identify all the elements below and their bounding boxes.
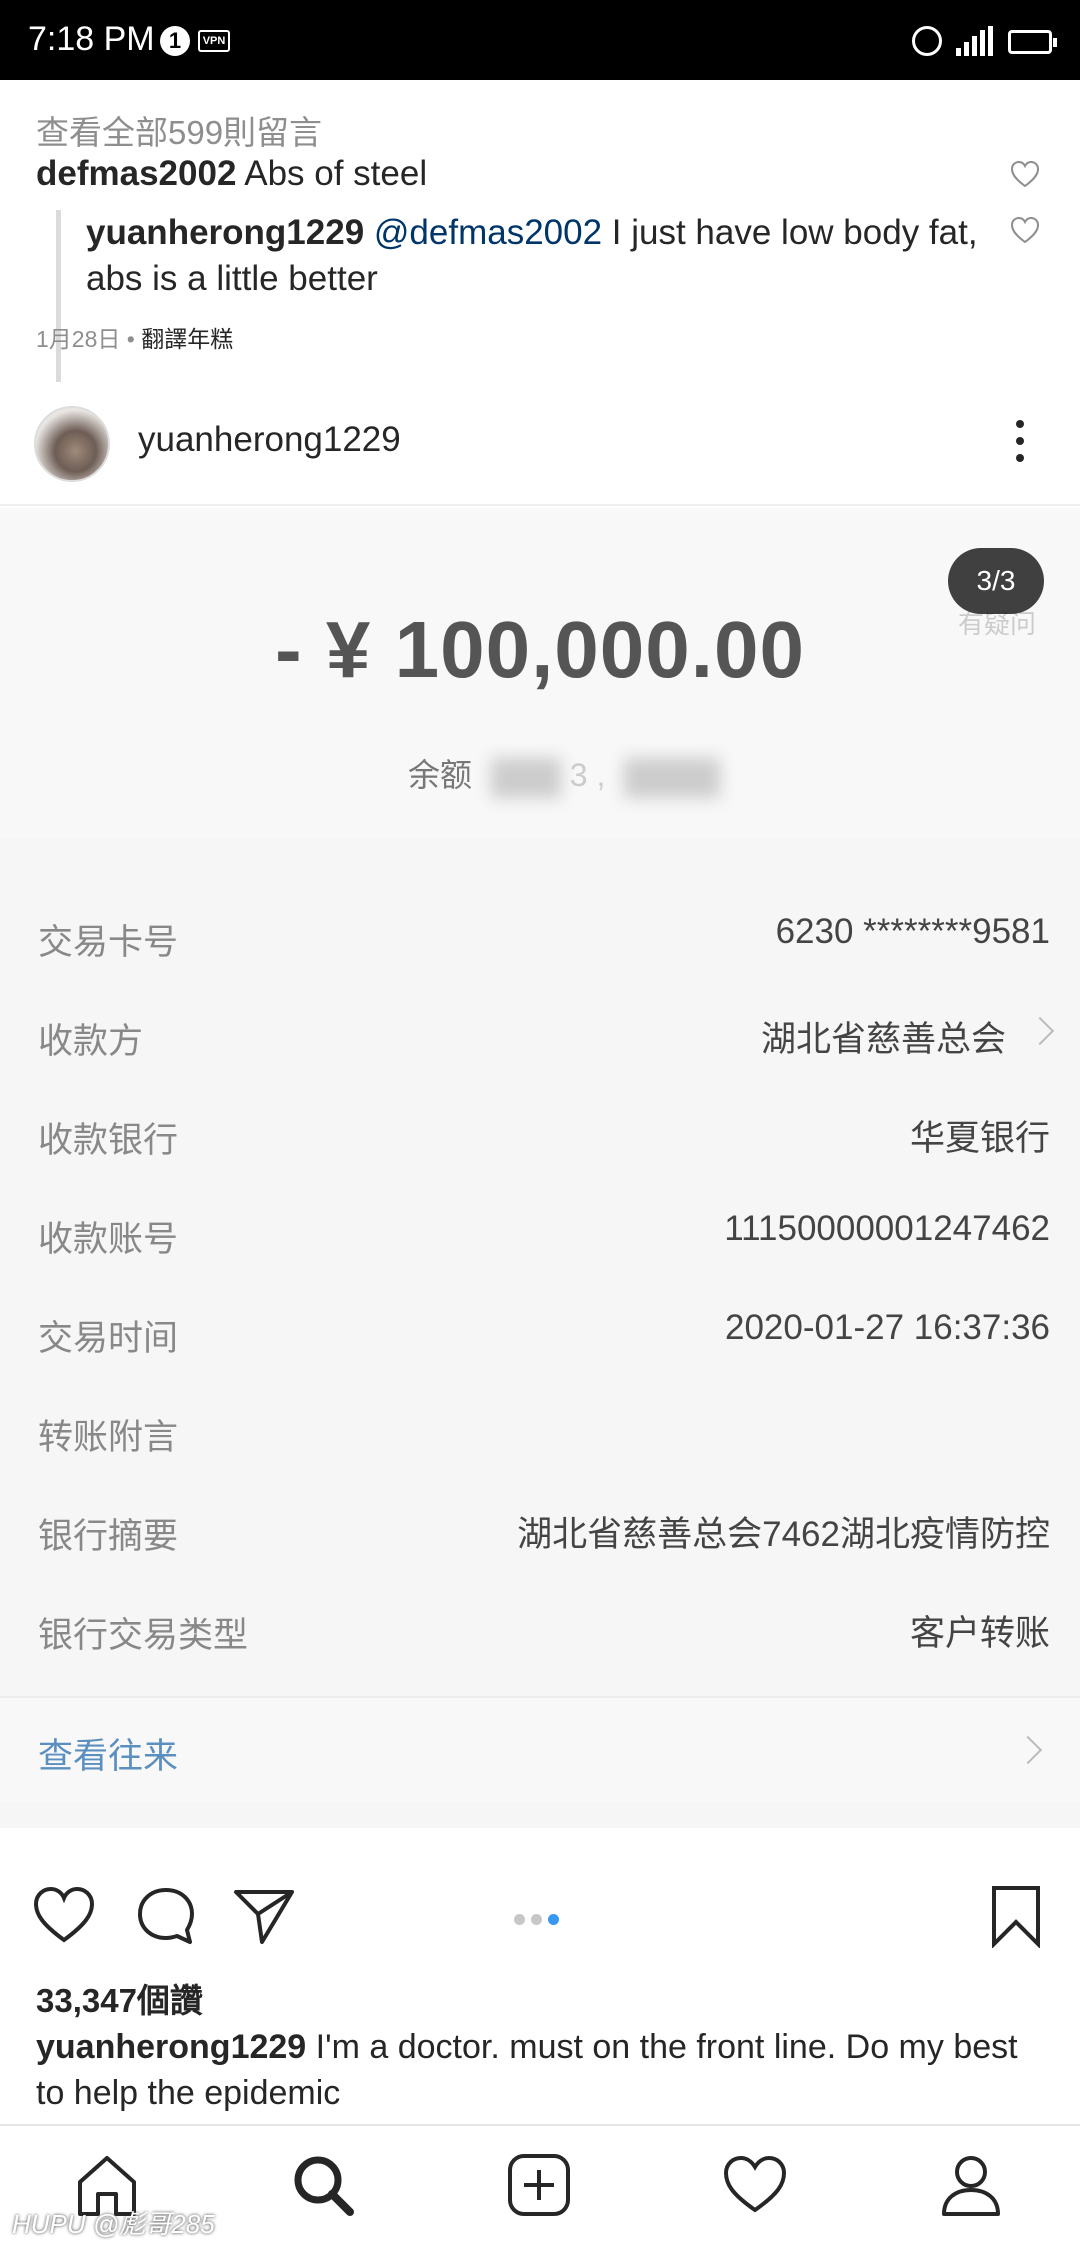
row-value: 湖北省慈善总会 [760, 1020, 1006, 1059]
reply-username[interactable]: yuanherong1229 [86, 213, 364, 252]
row-value: 11150000001247462 [724, 1209, 1050, 1248]
row-value: 华夏银行 [909, 1119, 1050, 1158]
balance-label: 余额 [408, 757, 473, 793]
activity-heart-icon[interactable] [720, 2150, 790, 2220]
row-label: 收款银行 [38, 1121, 179, 1160]
like-heart-icon[interactable] [32, 1884, 96, 1948]
status-time: 7:18 PM [28, 20, 155, 58]
post-caption: yuanherong1229 I'm a doctor. must on the… [36, 2024, 1036, 2116]
balance-fragment: 3 , [569, 757, 606, 793]
chevron-right-icon [1013, 1735, 1043, 1765]
row-label: 收款方 [38, 1022, 144, 1061]
transfer-amount: - ¥ 100,000.00 [275, 605, 805, 694]
comment-meta: 1月28日 • 翻譯年糕 [36, 320, 233, 354]
detail-row: 收款方 湖北省慈善总会 [0, 987, 1080, 1086]
view-all-comments-link[interactable]: 查看全部599則留言 [36, 106, 322, 154]
comment-date: 1月28日 [36, 326, 121, 352]
reply-mention[interactable]: @defmas2002 [374, 213, 602, 252]
view-history-row: 查看往来 [0, 1696, 1080, 1802]
post-image[interactable]: - ¥ 100,000.00 余额 3 , 有疑问 3/3 交易卡号 6230 … [0, 508, 1080, 1828]
comment-bubble-icon[interactable] [134, 1884, 198, 1948]
vpn-icon: VPN [198, 30, 230, 52]
comment: defmas2002 Abs of steel [36, 154, 996, 194]
bookmark-icon[interactable] [984, 1884, 1048, 1948]
translate-link[interactable]: 翻譯年糕 [141, 326, 233, 352]
notification-badge: 1 [160, 26, 190, 56]
view-history-label: 查看往来 [38, 1737, 179, 1776]
row-label: 银行摘要 [38, 1517, 179, 1556]
reply-like-heart-icon[interactable] [1010, 216, 1040, 244]
receipt-details: 交易卡号 6230 ********9581 收款方 湖北省慈善总会 收款银行 … [0, 888, 1080, 1680]
watermark: HUPU @彪哥285 [12, 2209, 215, 2239]
row-label: 转账附言 [38, 1418, 179, 1457]
truncated-comment [30, 80, 1030, 94]
reply-comment: yuanherong1229 @defmas2002 I just have l… [86, 210, 986, 302]
profile-icon[interactable] [936, 2150, 1006, 2220]
comment-text: Abs of steel [244, 154, 428, 193]
detail-row: 转账附言 [0, 1383, 1080, 1482]
comment-like-heart-icon[interactable] [1010, 160, 1040, 188]
carousel-dot-active [548, 1914, 559, 1925]
carousel-dot [531, 1914, 542, 1925]
balance: 余额 3 , [408, 750, 721, 798]
blurred-balance [624, 757, 721, 798]
battery-icon [1008, 30, 1057, 54]
signal-icon [956, 26, 993, 56]
detail-row: 银行交易类型 客户转账 [0, 1581, 1080, 1680]
avatar[interactable] [34, 406, 110, 482]
new-post-icon[interactable] [504, 2150, 574, 2220]
blurred-balance [490, 757, 561, 798]
row-label: 交易时间 [38, 1319, 179, 1358]
post-username[interactable]: yuanherong1229 [138, 420, 401, 460]
receipt-header: - ¥ 100,000.00 余额 3 , 有疑问 3/3 [0, 508, 1080, 838]
post-actions [0, 1884, 1080, 1954]
row-label: 交易卡号 [38, 923, 179, 962]
carousel-dot [514, 1914, 525, 1925]
carousel-counter: 3/3 [948, 548, 1044, 614]
detail-row: 收款账号 11150000001247462 [0, 1185, 1080, 1284]
row-value: 6230 ********9581 [775, 912, 1050, 951]
post-header: yuanherong1229 [0, 390, 1080, 506]
search-icon[interactable] [288, 2150, 358, 2220]
row-value: 湖北省慈善总会7462湖北疫情防控 [517, 1515, 1050, 1554]
row-label: 收款账号 [38, 1220, 179, 1259]
more-options-icon[interactable] [1008, 420, 1032, 470]
share-send-icon[interactable] [232, 1884, 296, 1948]
detail-row: 交易时间 2020-01-27 16:37:36 [0, 1284, 1080, 1383]
chevron-right-icon [1025, 1016, 1055, 1046]
detail-row: 收款银行 华夏银行 [0, 1086, 1080, 1185]
row-value: 2020-01-27 16:37:36 [725, 1308, 1050, 1347]
reply-thread-line [56, 210, 61, 382]
alarm-icon [912, 26, 942, 56]
row-value: 客户转账 [909, 1614, 1050, 1653]
row-label: 银行交易类型 [38, 1616, 249, 1655]
meta-separator: • [126, 326, 135, 352]
carousel-dots [514, 1912, 570, 1925]
caption-username[interactable]: yuanherong1229 [36, 2028, 306, 2066]
comment-username[interactable]: defmas2002 [36, 154, 236, 193]
detail-row: 银行摘要 湖北省慈善总会7462湖北疫情防控 [0, 1482, 1080, 1581]
likes-count[interactable]: 33,347個讚 [36, 1974, 203, 2022]
status-bar: 7:18 PM 1 VPN [0, 0, 1080, 80]
detail-row: 交易卡号 6230 ********9581 [0, 888, 1080, 987]
